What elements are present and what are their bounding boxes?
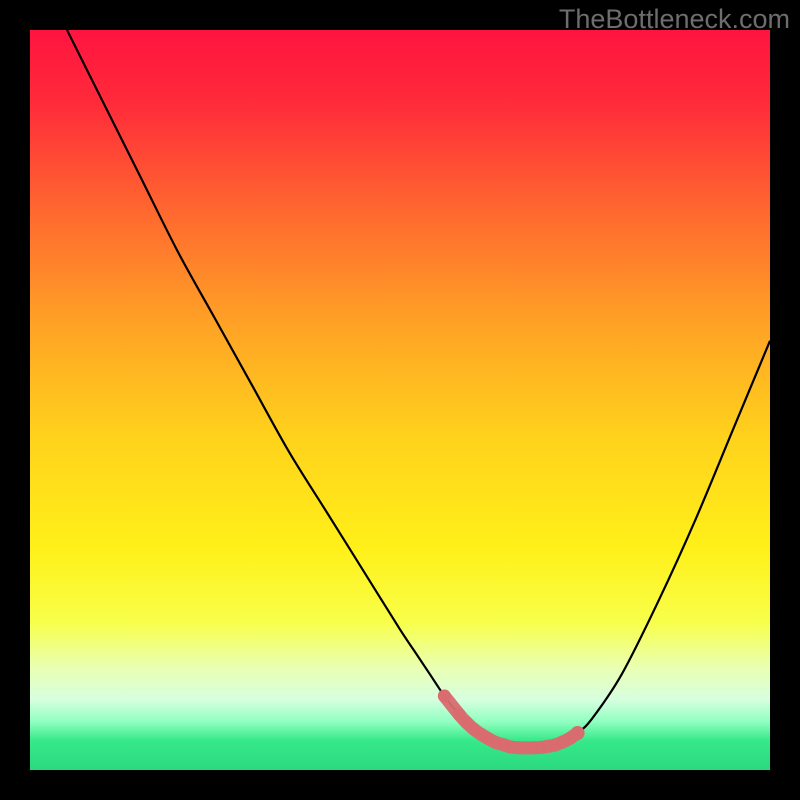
bottleneck-chart [30,30,770,770]
chart-frame: TheBottleneck.com [0,0,800,800]
curve-end-marker [571,726,585,740]
gradient-bg [30,30,770,770]
